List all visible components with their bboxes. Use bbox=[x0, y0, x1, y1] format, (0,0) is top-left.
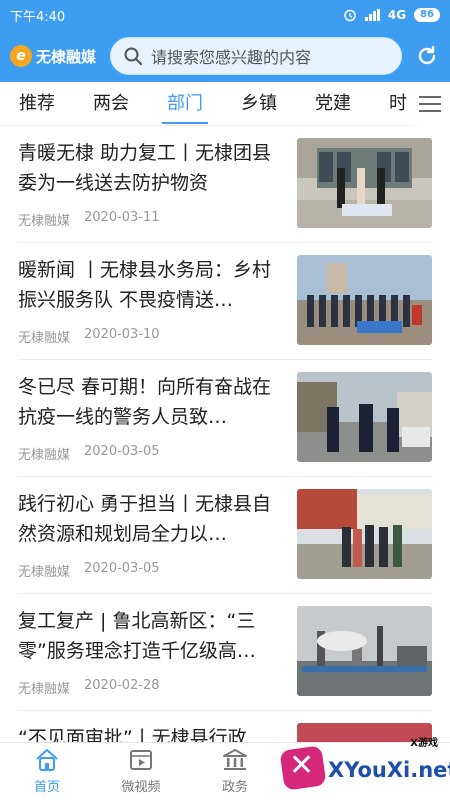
news-thumbnail bbox=[297, 138, 432, 228]
news-date: 2020-03-05 bbox=[84, 561, 160, 576]
news-date: 2020-03-11 bbox=[84, 210, 160, 225]
tab-departments[interactable]: 部门 bbox=[148, 82, 222, 126]
search-icon bbox=[124, 47, 143, 66]
nav-government-label: 政务 bbox=[221, 780, 248, 795]
news-item[interactable]: 暖新闻 丨无棣县水务局：乡村振兴服务队 不畏疫情送… 无棣融媒 2020-03-1… bbox=[18, 243, 432, 360]
refresh-icon bbox=[418, 45, 436, 65]
status-bar: 下午4:40 4G 86 bbox=[0, 0, 450, 30]
watermark-site-text: XYouXi.net bbox=[328, 758, 450, 782]
news-item[interactable]: 冬已尽 春可期！向所有奋战在抗疫一线的警务人员致… 无棣融媒 2020-03-05 bbox=[18, 360, 432, 477]
nav-government[interactable]: 政务 bbox=[188, 743, 282, 800]
news-source: 无棣融媒 bbox=[18, 682, 71, 697]
nav-home-label: 首页 bbox=[33, 780, 60, 795]
category-tabs: 推荐 两会 部门 乡镇 党建 时 bbox=[0, 82, 450, 126]
news-title: 冬已尽 春可期！向所有奋战在抗疫一线的警务人员致… bbox=[18, 376, 272, 428]
menu-icon bbox=[419, 96, 441, 98]
app-logo[interactable]: e 无棣融媒 bbox=[10, 45, 110, 67]
news-thumbnail bbox=[297, 372, 432, 462]
tab-recommend[interactable]: 推荐 bbox=[0, 82, 74, 126]
tab-towns[interactable]: 乡镇 bbox=[222, 82, 296, 126]
app-name: 无棣融媒 bbox=[36, 47, 97, 66]
news-item[interactable]: 青暖无棣 助力复工丨无棣团县委为一线送去防护物资 无棣融媒 2020-03-11 bbox=[18, 126, 432, 243]
search-placeholder: 请搜索您感兴趣的内容 bbox=[151, 48, 312, 67]
home-icon bbox=[36, 749, 58, 771]
news-source: 无棣融媒 bbox=[18, 448, 71, 463]
refresh-button[interactable] bbox=[414, 43, 440, 69]
news-title: “不见面审批”丨无棣县行政 bbox=[18, 727, 247, 742]
news-source: 无棣融媒 bbox=[18, 331, 71, 346]
news-source: 无棣融媒 bbox=[18, 214, 71, 229]
video-icon bbox=[130, 750, 152, 770]
news-item[interactable]: 复工复产 | 鲁北高新区：“三零”服务理念打造千亿级高… 无棣融媒 2020-02… bbox=[18, 594, 432, 711]
nav-video-label: 微视频 bbox=[121, 780, 161, 795]
nav-home[interactable]: 首页 bbox=[0, 743, 94, 800]
news-thumbnail bbox=[297, 606, 432, 696]
top-bar: 下午4:40 4G 86 e 无棣融媒 请搜索您感兴趣的内容 bbox=[0, 0, 450, 82]
alarm-icon bbox=[344, 9, 356, 22]
news-date: 2020-03-10 bbox=[84, 327, 160, 342]
news-title: 暖新闻 丨无棣县水务局：乡村振兴服务队 不畏疫情送… bbox=[18, 259, 272, 311]
search-bar[interactable]: 请搜索您感兴趣的内容 bbox=[110, 37, 402, 75]
nav-video[interactable]: 微视频 bbox=[94, 743, 188, 800]
news-date: 2020-03-05 bbox=[84, 444, 160, 459]
tab-party-building[interactable]: 党建 bbox=[296, 82, 370, 126]
government-icon bbox=[223, 749, 247, 770]
battery-level: 86 bbox=[414, 8, 440, 22]
tabs-menu-button[interactable] bbox=[410, 82, 450, 126]
news-item[interactable]: 践行初心 勇于担当丨无棣县自然资源和规划局全力以… 无棣融媒 2020-03-05 bbox=[18, 477, 432, 594]
news-thumbnail bbox=[297, 489, 432, 579]
news-date: 2020-02-28 bbox=[84, 678, 160, 693]
signal-icon bbox=[364, 9, 380, 21]
network-type: 4G bbox=[387, 8, 407, 22]
status-icons: 4G 86 bbox=[343, 8, 440, 22]
news-title: 践行初心 勇于担当丨无棣县自然资源和规划局全力以… bbox=[18, 493, 272, 545]
news-list: 青暖无棣 助力复工丨无棣团县委为一线送去防护物资 无棣融媒 2020-03-11 … bbox=[0, 126, 450, 742]
logo-icon: e bbox=[10, 45, 32, 67]
app-header: e 无棣融媒 请搜索您感兴趣的内容 bbox=[0, 30, 450, 82]
site-watermark: ✕ X游戏 XYouXi.net bbox=[274, 734, 450, 798]
news-title: 青暖无棣 助力复工丨无棣团县委为一线送去防护物资 bbox=[18, 142, 272, 194]
watermark-small-text: X游戏 bbox=[410, 738, 438, 749]
news-source: 无棣融媒 bbox=[18, 565, 71, 580]
news-title: 复工复产 | 鲁北高新区：“三零”服务理念打造千亿级高… bbox=[18, 610, 256, 662]
tab-two-sessions[interactable]: 两会 bbox=[74, 82, 148, 126]
status-time: 下午4:40 bbox=[10, 9, 66, 25]
news-thumbnail bbox=[297, 255, 432, 345]
